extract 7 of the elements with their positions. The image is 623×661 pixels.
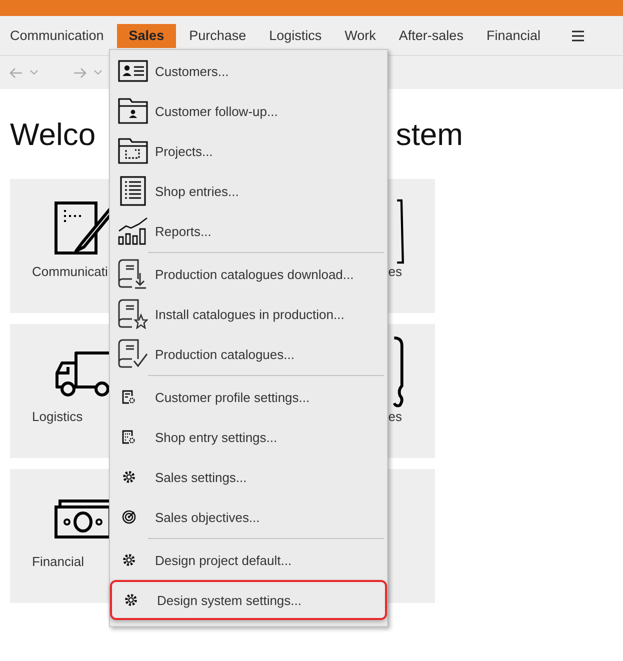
tile-label: Communicati bbox=[32, 264, 108, 279]
tile-label: Logistics bbox=[32, 409, 83, 424]
tile-label: es bbox=[388, 264, 402, 279]
tile-label: es bbox=[388, 409, 402, 424]
tile-label: Financial bbox=[32, 554, 84, 569]
page-title: Welco bbox=[10, 117, 96, 154]
page-title: stem bbox=[396, 117, 463, 154]
